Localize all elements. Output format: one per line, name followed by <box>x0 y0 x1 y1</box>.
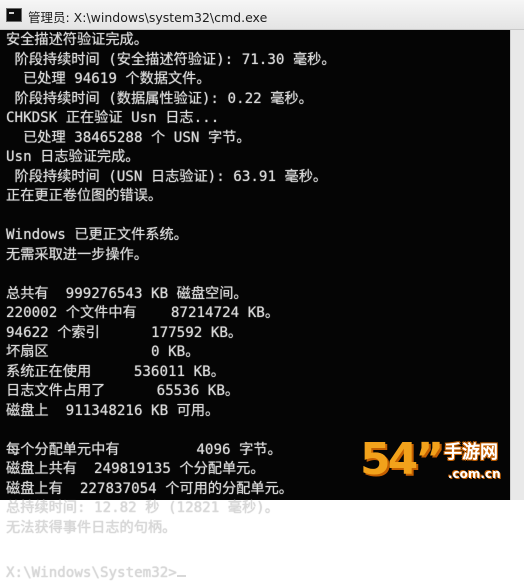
console-line: 磁盘上 911348216 KB 可用。 <box>6 402 510 422</box>
command-prompt[interactable]: X:\Windows\System32> <box>6 564 510 583</box>
cmd-icon <box>6 8 22 22</box>
console-line: 阶段持续时间 (USN 日志验证): 63.91 毫秒。 <box>6 168 510 188</box>
console-line: 已处理 94619 个数据文件。 <box>6 70 510 90</box>
console-line <box>6 265 510 285</box>
text-cursor <box>177 575 186 577</box>
console-output[interactable]: 安全描述符验证完成。 阶段持续时间 (安全描述符验证): 71.30 毫秒。 已… <box>0 30 510 500</box>
vertical-scrollbar[interactable] <box>510 30 524 500</box>
console-line: 已处理 38465288 个 USN 字节。 <box>6 129 510 149</box>
console-line: 正在更正卷位图的错误。 <box>6 187 510 207</box>
console-line: 日志文件占用了 65536 KB。 <box>6 382 510 402</box>
console-line: 无需采取进一步操作。 <box>6 246 510 266</box>
window-title: 管理员: X:\windows\system32\cmd.exe <box>28 7 267 26</box>
watermark-domain: .com.cn <box>448 467 501 481</box>
cmd-window: 管理员: X:\windows\system32\cmd.exe 安全描述符验证… <box>0 0 524 500</box>
console-line: 无法获得事件日志的句柄。 <box>6 519 510 539</box>
title-bar[interactable]: 管理员: X:\windows\system32\cmd.exe <box>0 0 524 30</box>
console-line: 94622 个索引 177592 KB。 <box>6 324 510 344</box>
console-line: 系统正在使用 536011 KB。 <box>6 363 510 383</box>
console-line: 坏扇区 0 KB。 <box>6 343 510 363</box>
site-watermark-logo: 54” 手游网 .com.cn <box>360 434 520 496</box>
watermark-site-name: 手游网 <box>444 438 498 464</box>
console-line: CHKDSK 正在验证 Usn 日志... <box>6 109 510 129</box>
console-line: 220002 个文件中有 87214724 KB。 <box>6 304 510 324</box>
console-line: Usn 日志验证完成。 <box>6 148 510 168</box>
console-line <box>6 207 510 227</box>
console-line: 安全描述符验证完成。 <box>6 31 510 51</box>
prompt-path: X:\Windows\System32> <box>6 565 177 581</box>
console-line: 阶段持续时间 (数据属性验证): 0.22 毫秒。 <box>6 90 510 110</box>
console-line: 总持续时间: 12.82 秒 (12821 毫秒)。 <box>6 499 510 519</box>
console-line: 阶段持续时间 (安全描述符验证): 71.30 毫秒。 <box>6 51 510 71</box>
console-line: Windows 已更正文件系统。 <box>6 226 510 246</box>
console-line: 总共有 999276543 KB 磁盘空间。 <box>6 285 510 305</box>
console-blank-line <box>6 538 510 558</box>
watermark-number: 54” <box>360 434 441 486</box>
